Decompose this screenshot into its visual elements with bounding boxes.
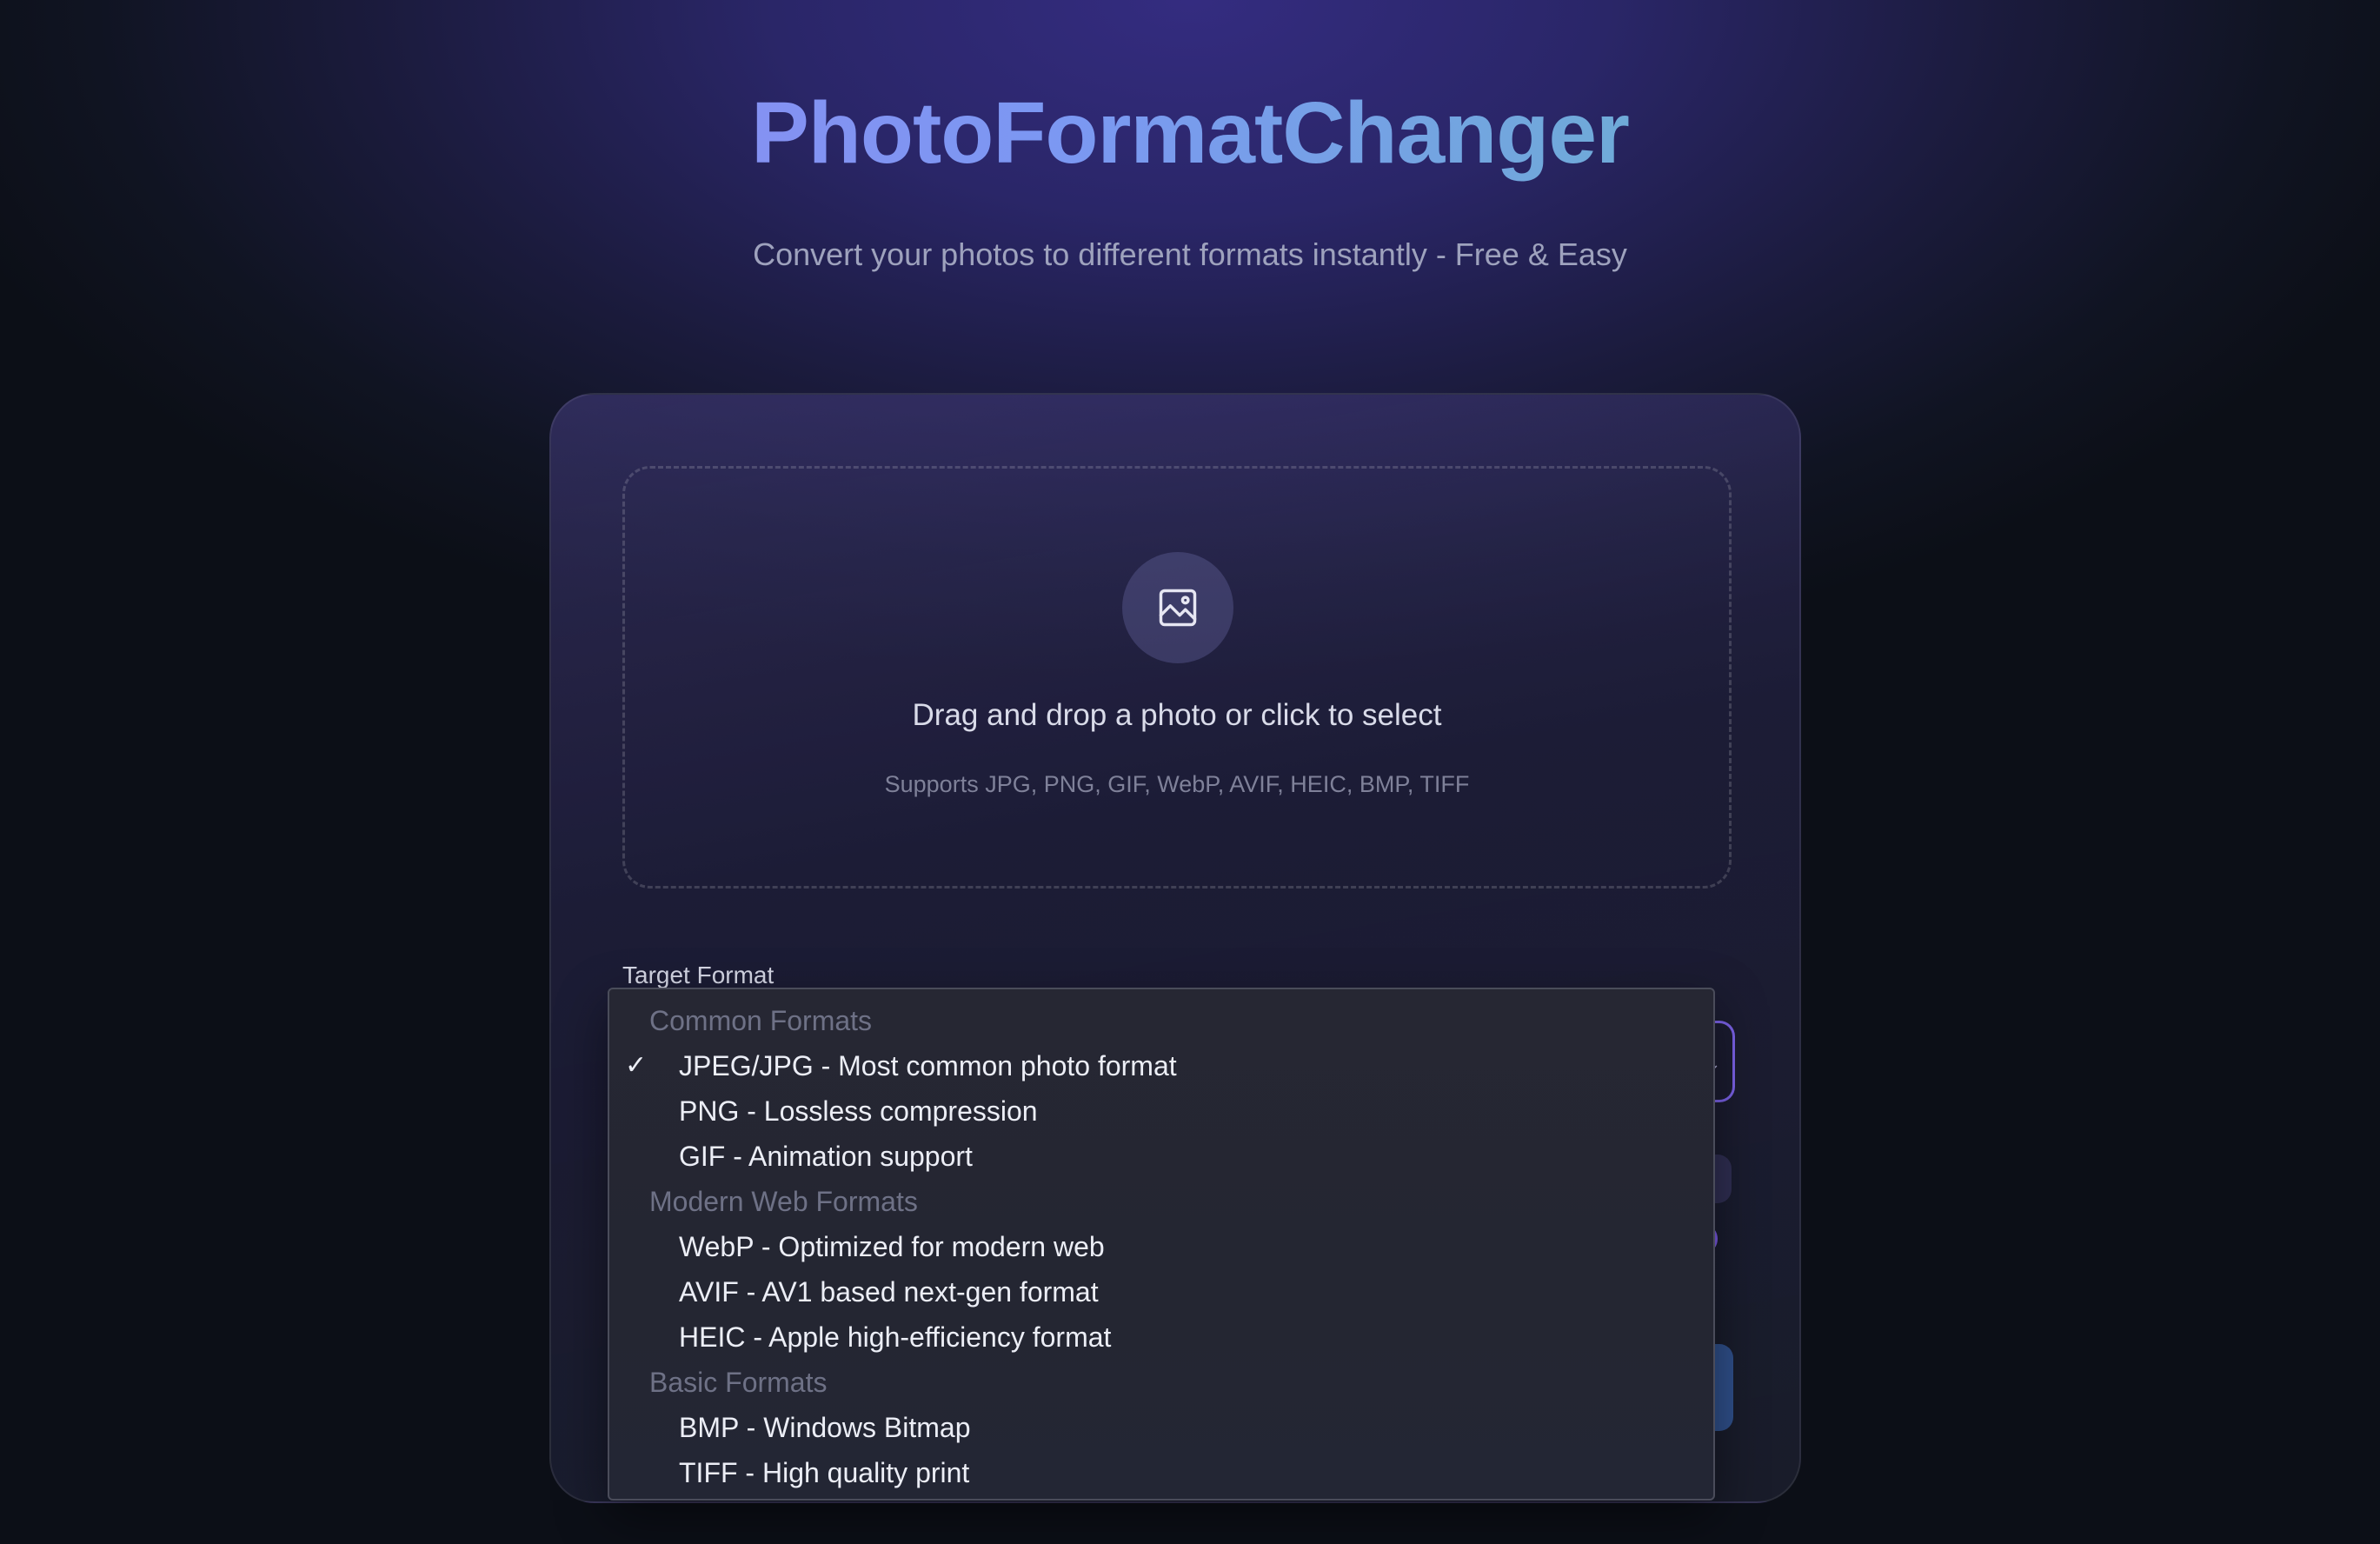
upload-dropzone[interactable]: Drag and drop a photo or click to select… (622, 466, 1732, 888)
option-heic[interactable]: HEIC - Apple high-efficiency format (609, 1314, 1713, 1360)
option-png[interactable]: PNG - Lossless compression (609, 1088, 1713, 1134)
checkmark-icon: ✓ (625, 1051, 648, 1080)
option-gif[interactable]: GIF - Animation support (609, 1134, 1713, 1179)
image-icon (1159, 589, 1197, 627)
option-webp[interactable]: WebP - Optimized for modern web (609, 1224, 1713, 1269)
group-header-modern-web: Modern Web Formats (649, 1186, 918, 1217)
option-jpeg[interactable]: ✓ JPEG/JPG - Most common photo format (609, 1043, 1713, 1088)
option-avif[interactable]: AVIF - AV1 based next-gen format (609, 1269, 1713, 1314)
dropzone-title: Drag and drop a photo or click to select (912, 698, 1442, 732)
group-header-common: Common Formats (649, 1005, 873, 1036)
app-subtitle: Convert your photos to different formats… (753, 236, 1627, 272)
option-bmp[interactable]: BMP - Windows Bitmap (609, 1405, 1713, 1450)
group-header-basic: Basic Formats (649, 1367, 828, 1398)
supported-formats-text: Supports JPG, PNG, GIF, WebP, AVIF, HEIC… (884, 771, 1470, 797)
format-dropdown-menu: Common Formats ✓ JPEG/JPG - Most common … (608, 988, 1715, 1501)
upload-icon-circle (1122, 552, 1233, 663)
target-format-label: Target Format (622, 962, 774, 988)
option-label: JPEG/JPG - Most common photo format (679, 1050, 1177, 1081)
option-tiff[interactable]: TIFF - High quality print (609, 1450, 1713, 1495)
app-title: PhotoFormatChanger (0, 83, 2380, 183)
